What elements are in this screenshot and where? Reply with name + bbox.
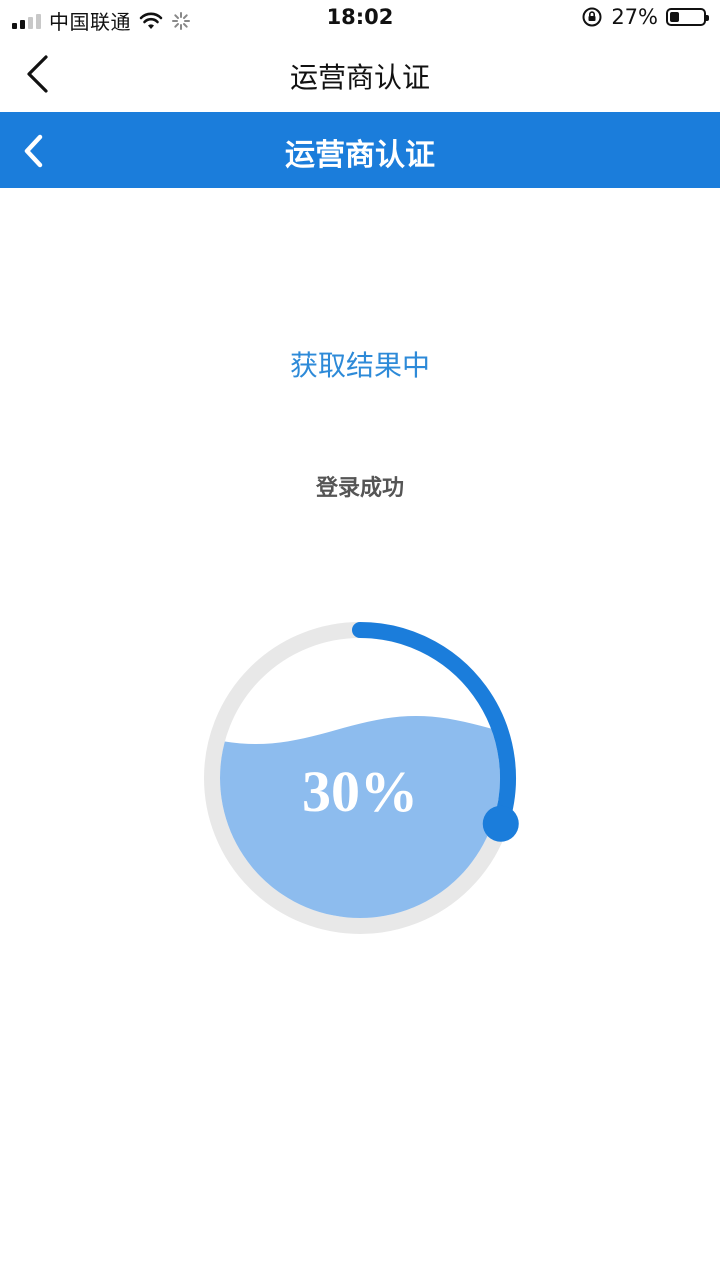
sub-message: 登录成功	[315, 476, 404, 501]
battery-icon	[666, 8, 709, 26]
status-bar: 中国联通 18:02 27%	[0, 0, 720, 36]
status-right: 27%	[581, 5, 709, 29]
web-header-bar: 运营商认证	[0, 112, 720, 188]
status-message: 获取结果中	[289, 349, 430, 382]
progress-indicator: 30%	[200, 618, 520, 938]
rotation-lock-icon	[582, 7, 602, 27]
page-title: 运营商认证	[289, 61, 430, 94]
screen: 中国联通 18:02 27% 运营商认证 运营商认证 获取结果中 登录成功 30…	[0, 0, 720, 1280]
top-nav-bar: 运营商认证	[0, 36, 720, 112]
header-title: 运营商认证	[285, 138, 435, 173]
battery-percent: 27%	[611, 5, 658, 29]
progress-water	[220, 716, 500, 918]
progress-percent-label: 30%	[302, 759, 418, 824]
